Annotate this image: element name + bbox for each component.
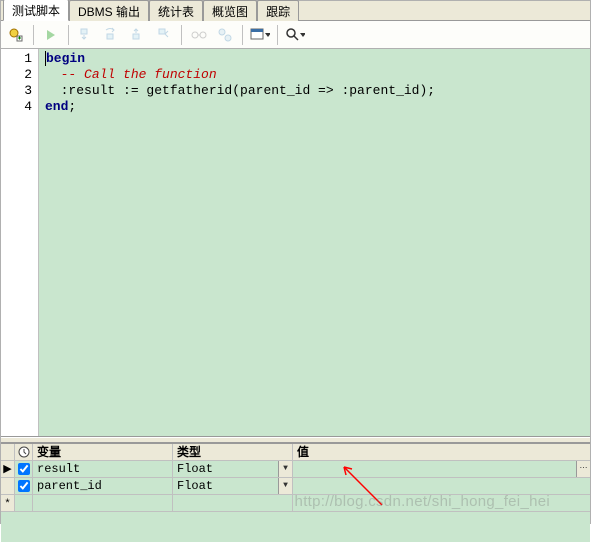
line-number: 1 [1,51,38,67]
run-button[interactable] [40,24,62,46]
grid-new-row[interactable]: * [1,495,590,512]
step-out-button[interactable] [127,24,149,46]
code-text: ; [68,99,76,114]
cell-variable-name[interactable]: result [33,461,173,478]
col-variable[interactable]: 变量 [33,444,173,461]
code-statement: :result := getfatherid(parent_id => :par… [61,83,435,98]
line-number: 3 [1,83,38,99]
editor-pane: 1 2 3 4 begin -- Call the function :resu… [1,49,590,437]
cell-type[interactable]: Float▼ [173,461,293,478]
step-over-button[interactable] [101,24,123,46]
code-comment: -- Call the function [61,67,217,82]
window-list-button[interactable] [249,24,271,46]
line-number: 2 [1,67,38,83]
tab-profile[interactable]: 概览图 [203,0,257,21]
row-checkbox[interactable] [15,478,33,495]
toolbar-separator [242,25,243,45]
create-button[interactable] [5,24,27,46]
grid-row[interactable]: ▶ result Float▼ ⋯ [1,461,590,478]
toolbar-separator [68,25,69,45]
tab-dbms-output[interactable]: DBMS 输出 [69,0,149,21]
code-keyword: end [45,99,68,114]
col-value[interactable]: 值 [293,444,590,461]
tab-trace[interactable]: 跟踪 [257,0,299,21]
cell-value[interactable]: ⋯ [293,461,590,478]
cell-variable-name[interactable] [33,495,173,512]
row-indicator-current-icon: ▶ [1,461,15,478]
col-type[interactable]: 类型 [173,444,293,461]
tab-stats[interactable]: 统计表 [149,0,203,21]
variables-grid: 变量 类型 值 ▶ result Float▼ ⋯ parent_id Floa… [1,443,590,542]
row-checkbox[interactable] [15,495,33,512]
code-keyword: begin [46,51,85,66]
cell-value[interactable] [293,495,590,512]
search-button[interactable] [284,24,306,46]
row-indicator [1,478,15,495]
row-checkbox[interactable] [15,461,33,478]
browse-button[interactable]: ⋯ [576,461,590,477]
dropdown-arrow-icon[interactable]: ▼ [278,461,292,477]
toolbar-separator [33,25,34,45]
cell-value[interactable] [293,478,590,495]
watch-button[interactable] [188,24,210,46]
breakpoints-button[interactable] [214,24,236,46]
line-gutter: 1 2 3 4 [1,49,39,436]
toolbar-separator [181,25,182,45]
run-to-cursor-button[interactable] [153,24,175,46]
tab-bar: 测试脚本 DBMS 输出 统计表 概览图 跟踪 [1,1,590,21]
line-number: 4 [1,99,38,115]
header-check-icon [15,444,33,461]
tab-script[interactable]: 测试脚本 [3,0,69,21]
checkbox-input[interactable] [18,463,30,475]
grid-header: 变量 类型 值 [1,444,590,461]
cell-variable-name[interactable]: parent_id [33,478,173,495]
cell-type[interactable] [173,495,293,512]
row-indicator-header [1,444,15,461]
code-editor[interactable]: begin -- Call the function :result := ge… [39,49,590,436]
checkbox-input[interactable] [18,480,30,492]
debug-toolbar [1,21,590,49]
dropdown-arrow-icon[interactable]: ▼ [278,478,292,494]
step-into-button[interactable] [75,24,97,46]
cell-type[interactable]: Float▼ [173,478,293,495]
grid-filler [1,512,590,542]
toolbar-separator [277,25,278,45]
grid-row[interactable]: parent_id Float▼ [1,478,590,495]
row-indicator-new-icon: * [1,495,15,512]
